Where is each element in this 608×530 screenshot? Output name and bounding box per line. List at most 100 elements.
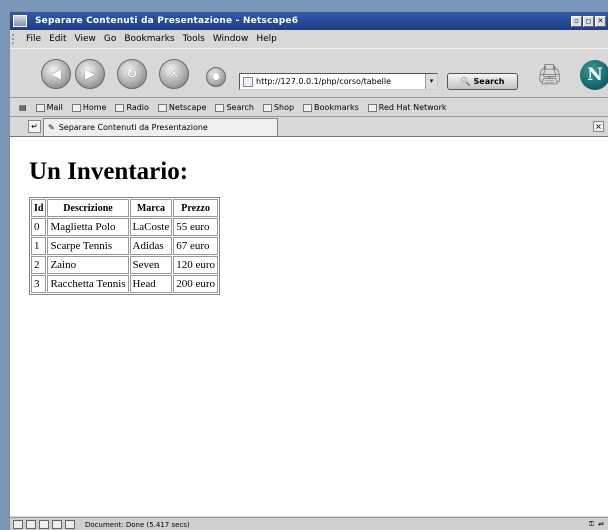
stop-icon: ✕ (168, 66, 180, 82)
search-small-icon (215, 103, 225, 112)
personal-toolbar: ▤ Mail Home Radio Netscape Search Shop B… (10, 99, 608, 117)
cell-marca: Adidas (129, 237, 173, 255)
column-header-marca: Marca (129, 199, 173, 217)
cell-id: 1 (31, 237, 47, 255)
netscape-logo-icon[interactable]: N (580, 60, 608, 90)
security-icon[interactable]: ⚿ (589, 520, 594, 529)
print-icon[interactable]: 🖨 (537, 62, 567, 86)
menu-go[interactable]: Go (104, 34, 116, 44)
table-row: 3 Racchetta Tennis Head 200 euro (31, 275, 219, 293)
folder-icon (303, 103, 313, 112)
grip-icon: ▤ (19, 103, 27, 112)
url-field[interactable]: http://127.0.0.1/php/corso/tabelle ▾ (239, 73, 438, 90)
minimize-button[interactable]: ▫ (571, 15, 582, 27)
inventory-table: Id Descrizione Marca Prezzo 0 Maglietta … (29, 197, 221, 295)
maximize-button[interactable]: ◻ (583, 15, 594, 27)
menu-bookmarks[interactable]: Bookmarks (124, 34, 174, 44)
shop-icon (262, 103, 272, 112)
search-button-label: Search (473, 77, 505, 86)
circle-icon: ● (212, 72, 220, 82)
column-header-prezzo: Prezzo (173, 199, 219, 217)
tab-bar: ↵ ✎ Separare Contenuti da Presentazione … (10, 118, 608, 136)
mail-status-icon[interactable] (26, 520, 36, 529)
status-bar: Document: Done (5.417 secs) ⚿ ⇌ (10, 517, 608, 530)
personal-item-radio[interactable]: Radio (115, 103, 149, 112)
personal-item-home[interactable]: Home (71, 103, 107, 112)
page-heading: Un Inventario: (29, 158, 189, 185)
composer-icon[interactable] (39, 520, 49, 529)
tab-current[interactable]: ✎ Separare Contenuti da Presentazione (43, 118, 278, 136)
menu-tools[interactable]: Tools (183, 34, 205, 44)
new-tab-icon[interactable]: ↵ (28, 120, 41, 133)
cell-descrizione: Zaino (47, 256, 129, 274)
search-icon: 🔍 (460, 77, 471, 86)
back-button[interactable]: ◀ (41, 59, 71, 89)
menu-help[interactable]: Help (256, 34, 277, 44)
cell-prezzo: 200 euro (173, 275, 219, 293)
cell-marca: Head (129, 275, 173, 293)
reload-button[interactable]: ↻ (117, 59, 147, 89)
cell-prezzo: 120 euro (173, 256, 219, 274)
personal-item-label: Mail (46, 103, 63, 112)
personal-item-label: Bookmarks (314, 103, 359, 112)
page-proxy-icon[interactable] (243, 76, 253, 87)
personal-item-label: Search (226, 103, 254, 112)
url-dropdown-icon[interactable]: ▾ (425, 74, 437, 89)
status-text: Document: Done (5.417 secs) (85, 520, 190, 529)
reload-icon: ↻ (126, 66, 138, 82)
cell-marca: Seven (129, 256, 173, 274)
menu-window[interactable]: Window (213, 34, 249, 44)
personal-item-label: Radio (126, 103, 149, 112)
netscape-icon (157, 103, 167, 112)
menu-view[interactable]: View (75, 34, 96, 44)
page-icon: ✎ (48, 123, 55, 132)
cell-id: 2 (31, 256, 47, 274)
title-bar[interactable]: Separare Contenuti da Presentazione - Ne… (10, 12, 608, 30)
menu-file[interactable]: File (26, 34, 41, 44)
url-text[interactable]: http://127.0.0.1/php/corso/tabelle (256, 77, 425, 86)
close-window-button[interactable]: ✕ (595, 15, 606, 27)
navigator-icon[interactable] (13, 520, 23, 529)
personal-item-red-hat-network[interactable]: Red Hat Network (367, 103, 447, 112)
cell-prezzo: 67 euro (173, 237, 219, 255)
forward-button[interactable]: ▶ (75, 59, 105, 89)
menu-bar: File Edit View Go Bookmarks Tools Window… (10, 31, 608, 47)
back-arrow-icon: ◀ (51, 66, 61, 82)
personal-toolbar-menu[interactable]: ▤ (19, 103, 27, 112)
close-tab-icon[interactable]: × (593, 121, 604, 132)
personal-item-label: Shop (273, 103, 295, 112)
cell-marca: LaCoste (129, 218, 173, 236)
table-header-row: Id Descrizione Marca Prezzo (31, 199, 219, 217)
mail-icon (35, 103, 45, 112)
page-content: Un Inventario: Id Descrizione Marca Prez… (10, 136, 608, 516)
personal-item-label: Home (82, 103, 107, 112)
window-title: Separare Contenuti da Presentazione - Ne… (35, 16, 299, 26)
chat-icon[interactable] (65, 520, 75, 529)
home-go-button[interactable]: ● (206, 67, 226, 87)
personal-item-label: Netscape (168, 103, 207, 112)
address-book-icon[interactable] (52, 520, 62, 529)
personal-item-shop[interactable]: Shop (262, 103, 295, 112)
column-header-id: Id (31, 199, 47, 217)
personal-item-bookmarks[interactable]: Bookmarks (303, 103, 359, 112)
menu-edit[interactable]: Edit (49, 34, 66, 44)
personal-item-netscape[interactable]: Netscape (157, 103, 207, 112)
cell-descrizione: Maglietta Polo (47, 218, 129, 236)
personal-item-search[interactable]: Search (215, 103, 254, 112)
tab-label: Separare Contenuti da Presentazione (58, 123, 208, 132)
window-menu-icon[interactable] (13, 15, 27, 27)
toolbar-grip[interactable] (12, 34, 18, 44)
navigation-toolbar: ◀ ▶ ↻ ✕ ● http://127.0.0.1/php/corso/tab… (10, 48, 608, 98)
column-header-descrizione: Descrizione (47, 199, 129, 217)
personal-item-mail[interactable]: Mail (35, 103, 63, 112)
cell-descrizione: Racchetta Tennis (47, 275, 129, 293)
browser-window: Separare Contenuti da Presentazione - Ne… (9, 11, 608, 530)
radio-icon (115, 103, 125, 112)
online-status-icon[interactable]: ⇌ (598, 520, 604, 529)
stop-button[interactable]: ✕ (159, 59, 189, 89)
cell-descrizione: Scarpe Tennis (47, 237, 129, 255)
table-row: 0 Maglietta Polo LaCoste 55 euro (31, 218, 219, 236)
table-row: 1 Scarpe Tennis Adidas 67 euro (31, 237, 219, 255)
search-button[interactable]: 🔍 Search (447, 73, 518, 90)
cell-id: 3 (31, 275, 47, 293)
